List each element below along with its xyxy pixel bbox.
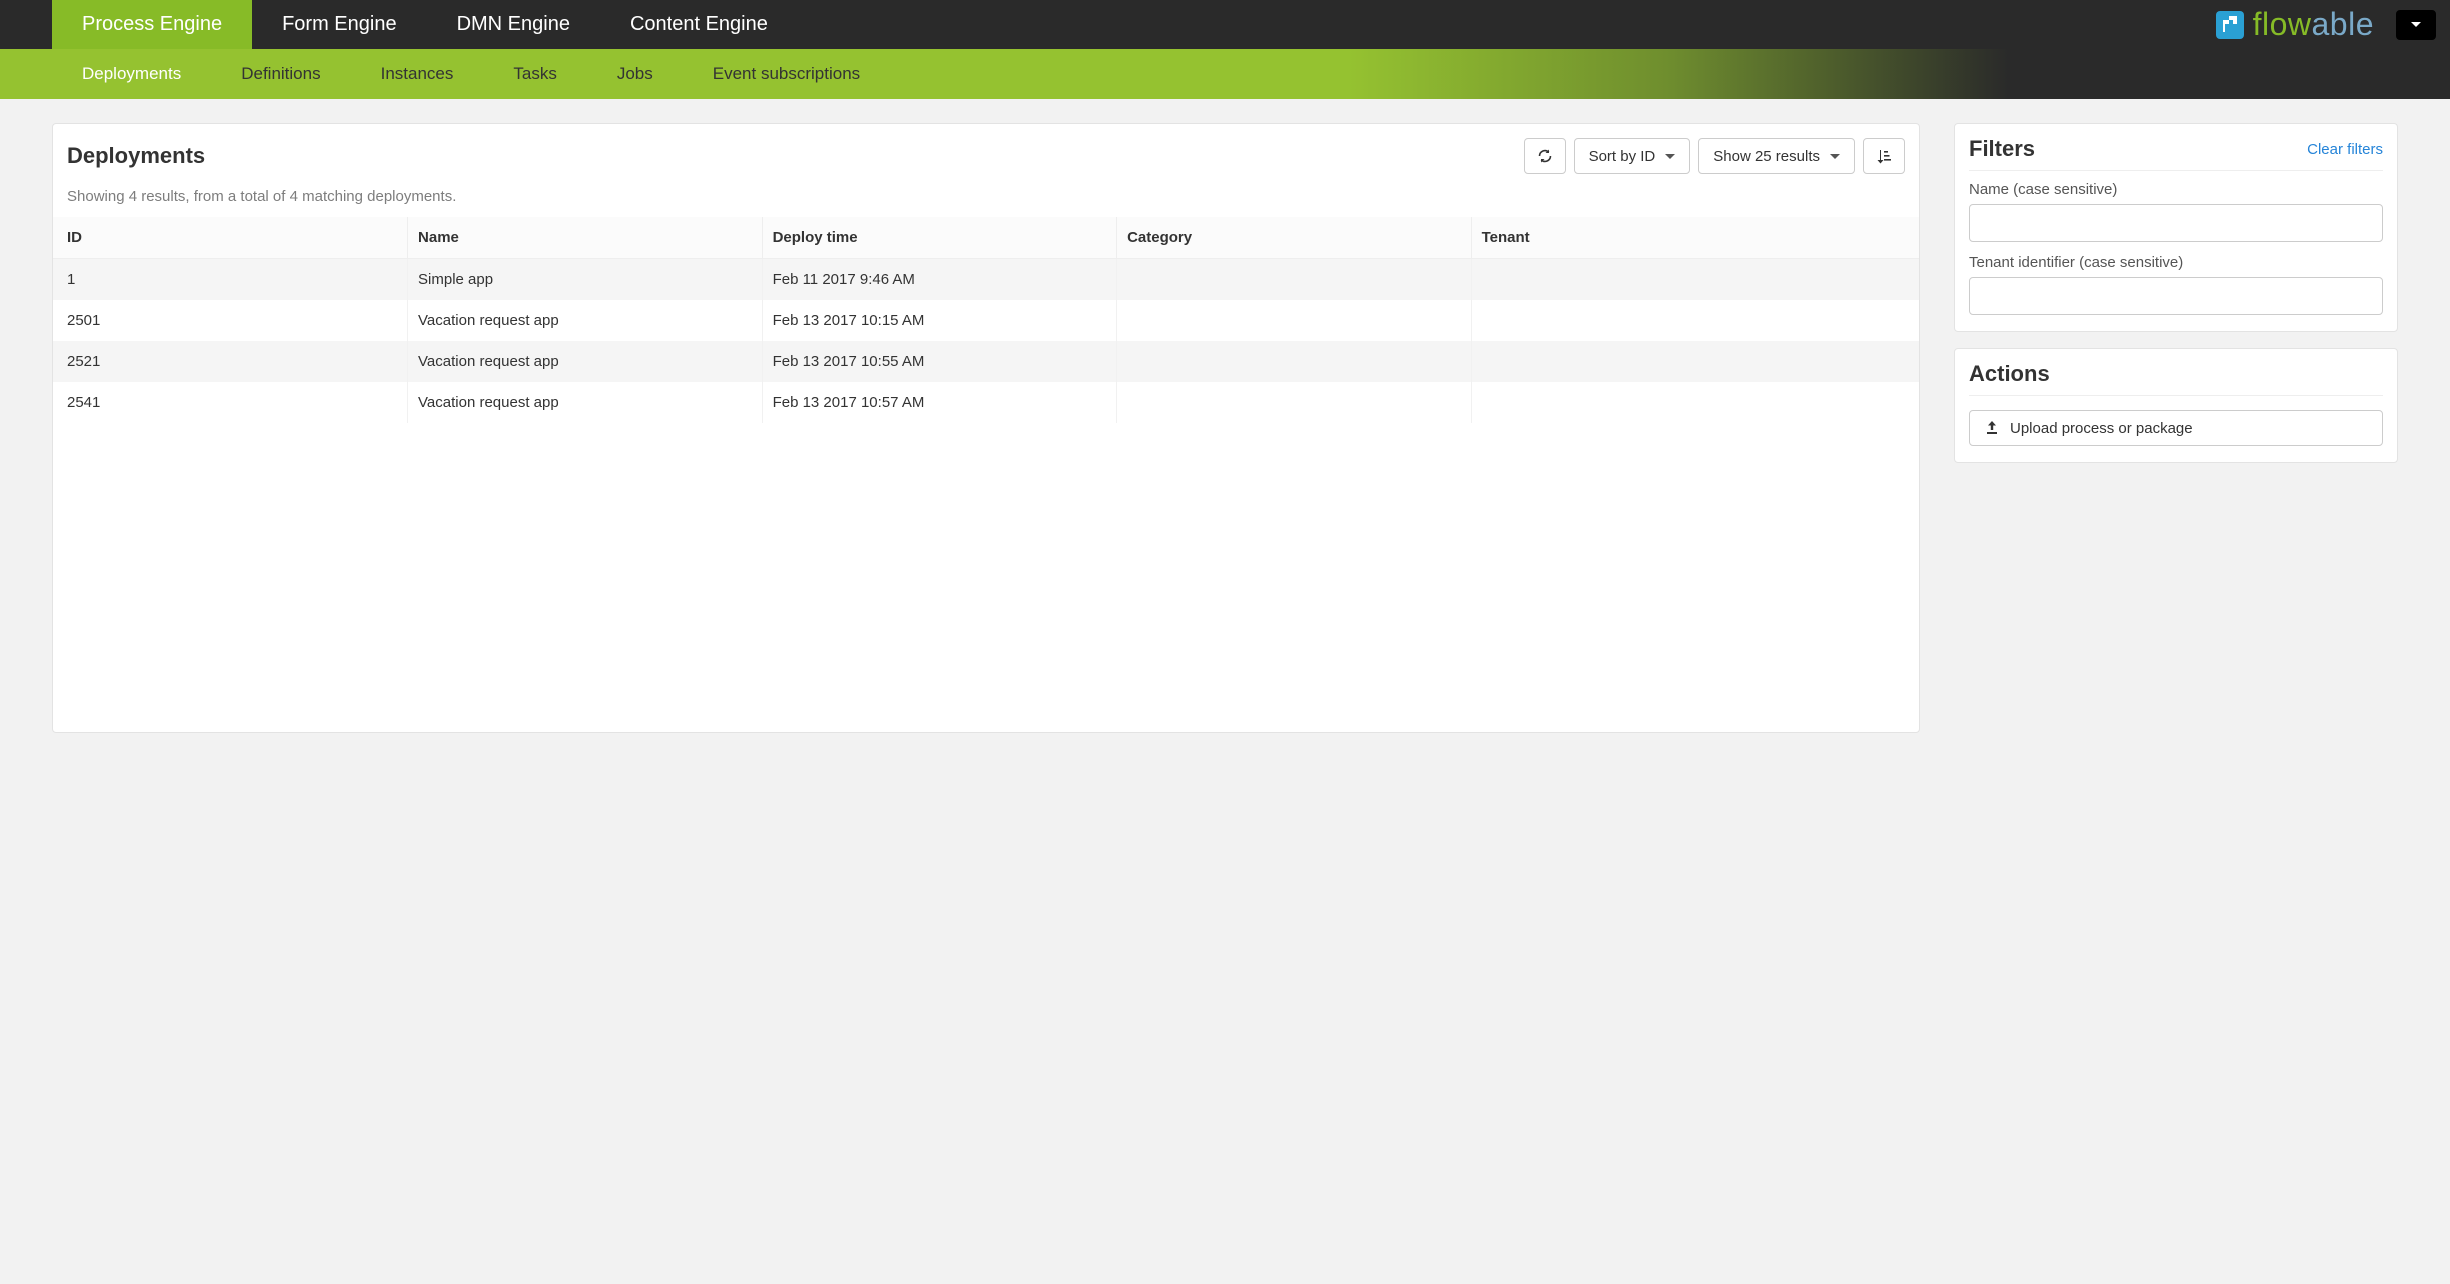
sort-asc-icon (1876, 148, 1892, 164)
upload-button[interactable]: Upload process or package (1969, 410, 2383, 446)
sort-by-label: Sort by ID (1589, 148, 1656, 165)
col-deploy-time[interactable]: Deploy time (762, 217, 1117, 259)
refresh-icon (1537, 148, 1553, 164)
subnav-deployments[interactable]: Deployments (52, 49, 211, 99)
cell-tenant (1471, 300, 1919, 341)
col-id[interactable]: ID (53, 217, 408, 259)
topnav-form-engine[interactable]: Form Engine (252, 0, 427, 49)
subbar: Deployments Definitions Instances Tasks … (0, 49, 2450, 99)
filter-name-label: Name (case sensitive) (1969, 181, 2383, 198)
clear-filters-link[interactable]: Clear filters (2307, 141, 2383, 158)
cell-category (1117, 341, 1472, 382)
cell-deploy-time: Feb 13 2017 10:55 AM (762, 341, 1117, 382)
filter-name-input[interactable] (1969, 204, 2383, 242)
cell-tenant (1471, 382, 1919, 423)
toolbar: Sort by ID Show 25 results (1524, 138, 1905, 174)
topnav: Process Engine Form Engine DMN Engine Co… (52, 0, 2215, 49)
brand-wordmark: flowable (2253, 6, 2374, 43)
filter-tenant-input[interactable] (1969, 277, 2383, 315)
cell-name: Simple app (408, 259, 763, 301)
actions-panel: Actions Upload process or package (1954, 348, 2398, 463)
flowable-mark-icon (2215, 10, 2245, 40)
user-menu (2396, 0, 2436, 49)
cell-id: 1 (53, 259, 408, 301)
subnav-definitions[interactable]: Definitions (211, 49, 350, 99)
caret-down-icon (1665, 154, 1675, 159)
cell-category (1117, 259, 1472, 301)
cell-name: Vacation request app (408, 341, 763, 382)
cell-deploy-time: Feb 13 2017 10:15 AM (762, 300, 1117, 341)
brand-logo: flowable (2215, 0, 2382, 49)
subnav-instances[interactable]: Instances (351, 49, 484, 99)
actions-title: Actions (1969, 361, 2383, 387)
filters-panel: Filters Clear filters Name (case sensiti… (1954, 123, 2398, 332)
sort-by-button[interactable]: Sort by ID (1574, 138, 1691, 174)
topnav-process-engine[interactable]: Process Engine (52, 0, 252, 49)
right-column: Filters Clear filters Name (case sensiti… (1954, 123, 2398, 463)
cell-tenant (1471, 341, 1919, 382)
page: Deployments Sort by ID Show 25 results (0, 99, 2450, 773)
cell-category (1117, 300, 1472, 341)
filter-tenant-label: Tenant identifier (case sensitive) (1969, 254, 2383, 271)
caret-down-icon (2411, 22, 2421, 27)
topnav-content-engine[interactable]: Content Engine (600, 0, 798, 49)
cell-id: 2521 (53, 341, 408, 382)
topnav-dmn-engine[interactable]: DMN Engine (427, 0, 600, 49)
subnav: Deployments Definitions Instances Tasks … (52, 49, 890, 99)
cell-tenant (1471, 259, 1919, 301)
cell-id: 2501 (53, 300, 408, 341)
filters-title: Filters (1969, 136, 2307, 162)
page-title: Deployments (67, 143, 1524, 169)
cell-name: Vacation request app (408, 300, 763, 341)
table-row[interactable]: 1 Simple app Feb 11 2017 9:46 AM (53, 259, 1919, 301)
table-row[interactable]: 2521 Vacation request app Feb 13 2017 10… (53, 341, 1919, 382)
deployments-header: Deployments Sort by ID Show 25 results (53, 124, 1919, 182)
cell-name: Vacation request app (408, 382, 763, 423)
col-category[interactable]: Category (1117, 217, 1472, 259)
cell-deploy-time: Feb 13 2017 10:57 AM (762, 382, 1117, 423)
refresh-button[interactable] (1524, 138, 1566, 174)
subnav-event-subscriptions[interactable]: Event subscriptions (683, 49, 890, 99)
upload-label: Upload process or package (2010, 420, 2193, 437)
cell-id: 2541 (53, 382, 408, 423)
user-menu-button[interactable] (2396, 10, 2436, 40)
cell-deploy-time: Feb 11 2017 9:46 AM (762, 259, 1117, 301)
col-tenant[interactable]: Tenant (1471, 217, 1919, 259)
topbar: Process Engine Form Engine DMN Engine Co… (0, 0, 2450, 49)
caret-down-icon (1830, 154, 1840, 159)
subnav-tasks[interactable]: Tasks (483, 49, 586, 99)
subnav-jobs[interactable]: Jobs (587, 49, 683, 99)
upload-icon (1984, 420, 2000, 436)
results-summary: Showing 4 results, from a total of 4 mat… (53, 182, 1919, 217)
table-row[interactable]: 2501 Vacation request app Feb 13 2017 10… (53, 300, 1919, 341)
col-name[interactable]: Name (408, 217, 763, 259)
cell-category (1117, 382, 1472, 423)
page-size-button[interactable]: Show 25 results (1698, 138, 1855, 174)
sort-direction-button[interactable] (1863, 138, 1905, 174)
deployments-table: ID Name Deploy time Category Tenant 1 Si… (53, 217, 1919, 423)
deployments-panel: Deployments Sort by ID Show 25 results (52, 123, 1920, 733)
page-size-label: Show 25 results (1713, 148, 1820, 165)
table-row[interactable]: 2541 Vacation request app Feb 13 2017 10… (53, 382, 1919, 423)
